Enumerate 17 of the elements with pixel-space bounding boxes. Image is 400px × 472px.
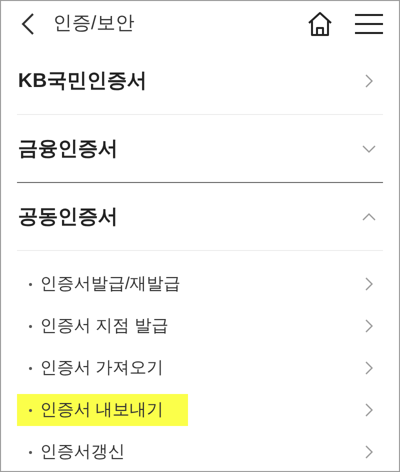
menu-button[interactable] [355, 11, 383, 37]
bullet-icon [29, 324, 32, 328]
submenu-item[interactable]: 인증서발급/재발급 [17, 263, 383, 305]
bullet-icon [29, 450, 32, 454]
bullet-icon [29, 366, 32, 370]
menu-item[interactable]: KB국민인증서 [17, 47, 383, 114]
submenu-item[interactable]: 인증서 가져오기 [17, 347, 383, 389]
submenu-item[interactable]: 인증서 지점 발급 [17, 305, 383, 347]
bullet-icon [29, 282, 32, 286]
accordion-header[interactable]: 금융인증서 [17, 115, 383, 182]
bullet-icon [29, 408, 32, 412]
submenu-item[interactable]: 인증서갱신 [17, 431, 383, 471]
accordion-header[interactable]: 공동인증서 [17, 183, 383, 250]
home-icon [306, 10, 334, 38]
back-icon [21, 12, 35, 36]
submenu-item[interactable]: 인증서 내보내기 [17, 389, 383, 431]
page-title: 인증/보안 [53, 12, 134, 36]
